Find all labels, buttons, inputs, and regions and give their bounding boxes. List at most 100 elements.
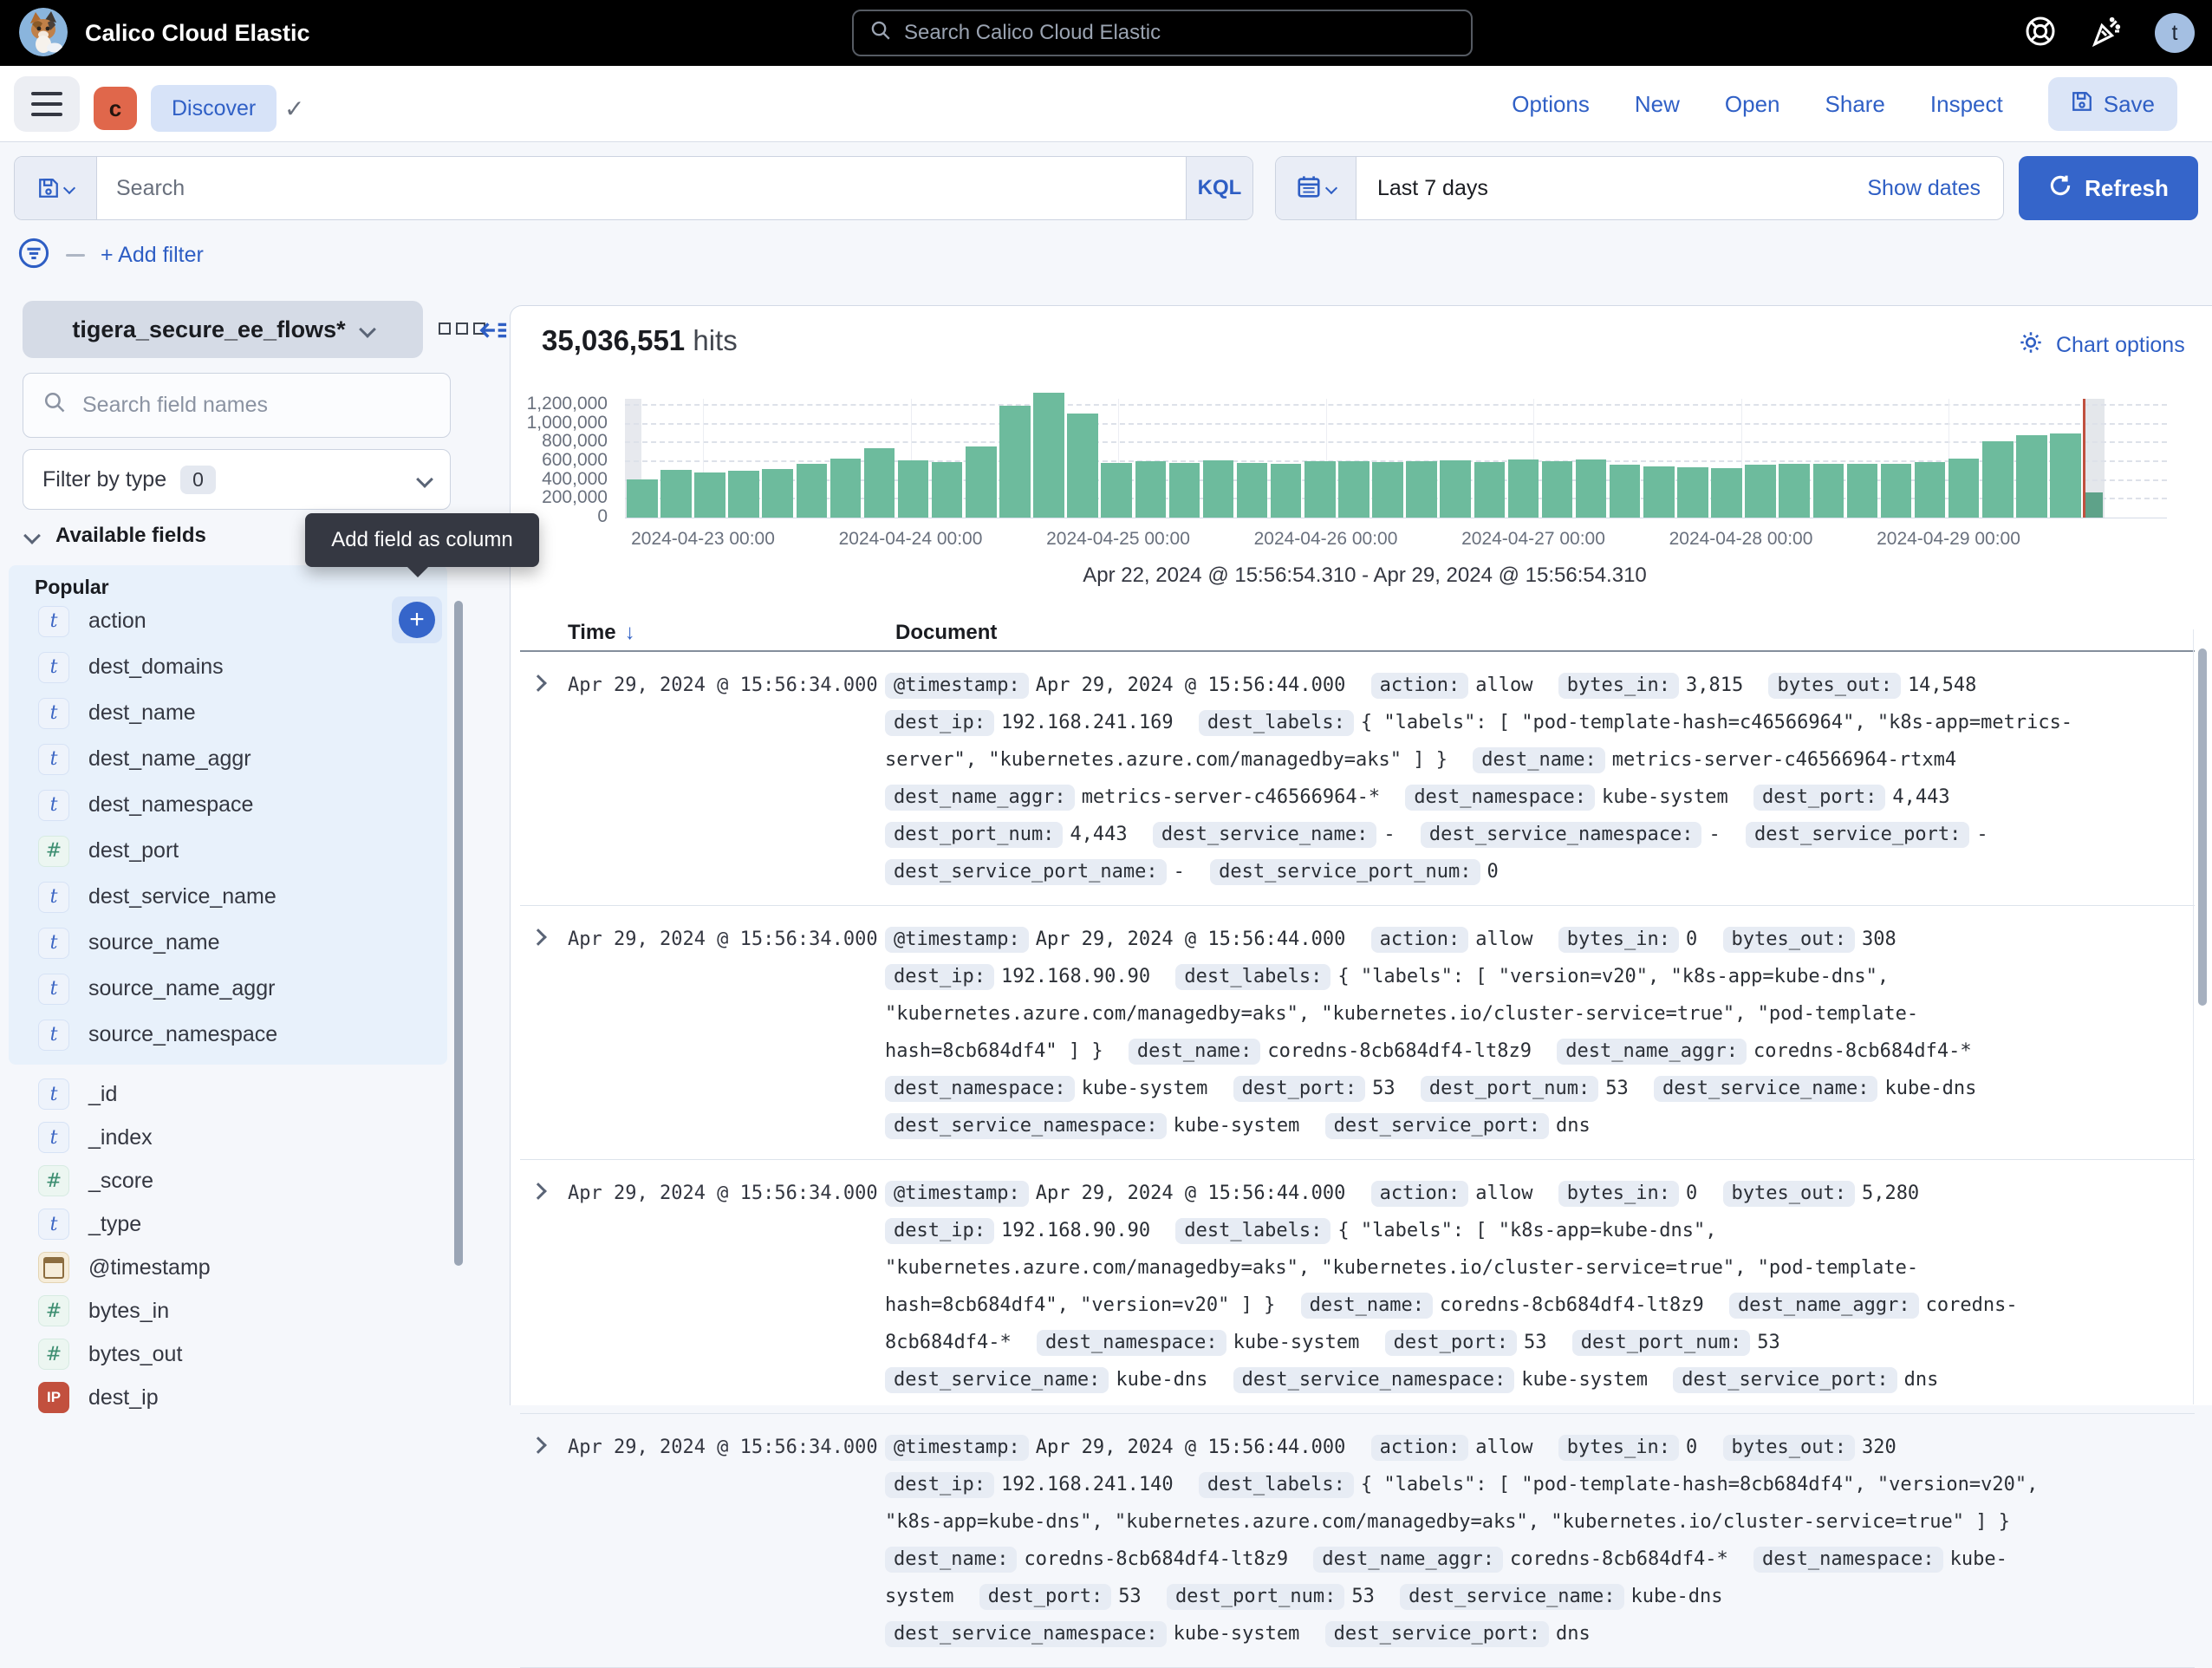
sort-descending-icon[interactable]: ↓: [625, 621, 635, 645]
table-scrollbar[interactable]: [2198, 648, 2207, 1006]
new-button[interactable]: New: [1635, 91, 1680, 118]
refresh-button[interactable]: Refresh: [2019, 156, 2198, 220]
collapse-sidebar-icon[interactable]: [478, 316, 508, 349]
field-item-action[interactable]: taction: [9, 598, 447, 644]
inspect-button[interactable]: Inspect: [1930, 91, 2003, 118]
field-item-dest_name_aggr[interactable]: tdest_name_aggr: [9, 736, 447, 782]
sidebar-scrollbar[interactable]: [454, 601, 463, 1266]
field-item-@timestamp[interactable]: @timestamp: [9, 1246, 447, 1289]
field-item-bytes_out[interactable]: #bytes_out: [9, 1332, 447, 1376]
histogram-bar[interactable]: [864, 448, 895, 518]
histogram-bar[interactable]: [1033, 393, 1064, 518]
add-filter-button[interactable]: + Add filter: [101, 243, 204, 268]
field-item-source_name_aggr[interactable]: tsource_name_aggr: [9, 966, 447, 1012]
chart-options-button[interactable]: Chart options: [2018, 329, 2185, 362]
field-search-input[interactable]: Search field names: [23, 373, 451, 438]
histogram-bar[interactable]: [1169, 463, 1200, 518]
field-item-_score[interactable]: #_score: [9, 1159, 447, 1202]
histogram-bar-partial[interactable]: [2085, 492, 2103, 518]
field-item-dest_domains[interactable]: tdest_domains: [9, 644, 447, 690]
histogram-bar[interactable]: [797, 464, 828, 518]
options-button[interactable]: Options: [1512, 91, 1590, 118]
histogram-bar[interactable]: [694, 472, 725, 518]
whats-new-icon[interactable]: [2089, 14, 2124, 53]
histogram-bar[interactable]: [728, 471, 759, 518]
expand-row-button[interactable]: [520, 667, 557, 890]
histogram-bar[interactable]: [660, 470, 692, 518]
open-button[interactable]: Open: [1725, 91, 1780, 118]
time-range-value[interactable]: Last 7 days: [1356, 157, 1867, 219]
histogram-bar[interactable]: [966, 446, 997, 518]
field-item-_id[interactable]: t_id: [9, 1072, 447, 1116]
filter-icon[interactable]: [17, 237, 50, 274]
histogram-bar[interactable]: [762, 469, 793, 518]
histogram-bar[interactable]: [1576, 459, 1607, 518]
filter-by-type-dropdown[interactable]: Filter by type 0: [23, 449, 451, 510]
histogram-bar[interactable]: [1508, 459, 1539, 518]
histogram-bar[interactable]: [1711, 468, 1742, 518]
field-item-_type[interactable]: t_type: [9, 1202, 447, 1246]
histogram-bar[interactable]: [1813, 464, 1844, 518]
saved-query-menu-button[interactable]: [15, 157, 97, 219]
kql-language-button[interactable]: KQL: [1186, 157, 1252, 219]
histogram-bar[interactable]: [1271, 464, 1302, 518]
histogram-bar[interactable]: [932, 462, 963, 518]
histogram-bar[interactable]: [898, 460, 929, 518]
query-input[interactable]: Search: [97, 157, 1186, 219]
field-item-dest_namespace[interactable]: tdest_namespace: [9, 782, 447, 828]
histogram-bar[interactable]: [627, 479, 658, 518]
histogram-bar[interactable]: [1338, 461, 1369, 518]
histogram-bar[interactable]: [1982, 441, 2014, 518]
histogram-bar[interactable]: [1135, 461, 1167, 518]
histogram-bar[interactable]: [1881, 464, 1912, 518]
help-icon[interactable]: [2023, 14, 2058, 53]
histogram-bar[interactable]: [1677, 467, 1708, 518]
share-button[interactable]: Share: [1825, 91, 1885, 118]
histogram-bar[interactable]: [1203, 460, 1234, 518]
expand-row-button[interactable]: [520, 921, 557, 1144]
field-item-dest_service_name[interactable]: tdest_service_name: [9, 874, 447, 920]
user-avatar[interactable]: t: [2155, 13, 2195, 53]
date-quick-menu-button[interactable]: [1276, 157, 1356, 219]
histogram-bar[interactable]: [1304, 461, 1336, 518]
histogram-bar[interactable]: [830, 459, 862, 518]
histogram-bar[interactable]: [1847, 464, 1878, 518]
available-fields-accordion[interactable]: Available fields: [26, 520, 206, 551]
main-menu-button[interactable]: [14, 76, 80, 132]
histogram-bar[interactable]: [1372, 462, 1403, 518]
histogram-bar[interactable]: [1101, 463, 1132, 518]
histogram-bar[interactable]: [1949, 459, 1980, 518]
table-row: Apr 29, 2024 @ 15:56:34.000@timestamp:Ap…: [520, 1414, 2195, 1668]
histogram-bar[interactable]: [1542, 461, 1573, 518]
histogram-bar[interactable]: [1779, 464, 1810, 518]
global-search-input[interactable]: Search Calico Cloud Elastic: [852, 10, 1473, 56]
field-item-source_namespace[interactable]: tsource_namespace: [9, 1012, 447, 1058]
histogram-bar[interactable]: [1067, 414, 1098, 518]
histogram-bar[interactable]: [1745, 465, 1776, 518]
expand-row-button[interactable]: [520, 1175, 557, 1398]
show-dates-button[interactable]: Show dates: [1867, 157, 2003, 219]
field-item-dest_ip[interactable]: IPdest_ip: [9, 1376, 447, 1419]
time-column-header[interactable]: Time ↓: [557, 621, 885, 645]
field-item-source_name[interactable]: tsource_name: [9, 920, 447, 966]
histogram-bar[interactable]: [2016, 435, 2047, 518]
field-item-dest_port[interactable]: #dest_port: [9, 828, 447, 874]
index-pattern-selector[interactable]: tigera_secure_ee_flows*: [23, 301, 423, 358]
field-item-dest_name[interactable]: tdest_name: [9, 690, 447, 736]
histogram-bar[interactable]: [1915, 462, 1946, 518]
histogram-bar[interactable]: [1237, 463, 1268, 518]
space-badge[interactable]: c: [94, 87, 137, 130]
expand-row-button[interactable]: [520, 1429, 557, 1652]
add-field-as-column-button[interactable]: +: [392, 596, 442, 643]
histogram-bar[interactable]: [2050, 433, 2081, 518]
histogram-bar[interactable]: [999, 406, 1031, 518]
histogram-bar[interactable]: [1406, 461, 1437, 518]
histogram-bar[interactable]: [1610, 465, 1641, 518]
histogram-bar[interactable]: [1643, 466, 1675, 518]
breadcrumb[interactable]: Discover: [151, 85, 276, 132]
save-button[interactable]: Save: [2048, 77, 2177, 131]
histogram-bar[interactable]: [1440, 460, 1471, 518]
field-item-_index[interactable]: t_index: [9, 1116, 447, 1159]
histogram-bar[interactable]: [1474, 462, 1506, 518]
field-item-bytes_in[interactable]: #bytes_in: [9, 1289, 447, 1332]
